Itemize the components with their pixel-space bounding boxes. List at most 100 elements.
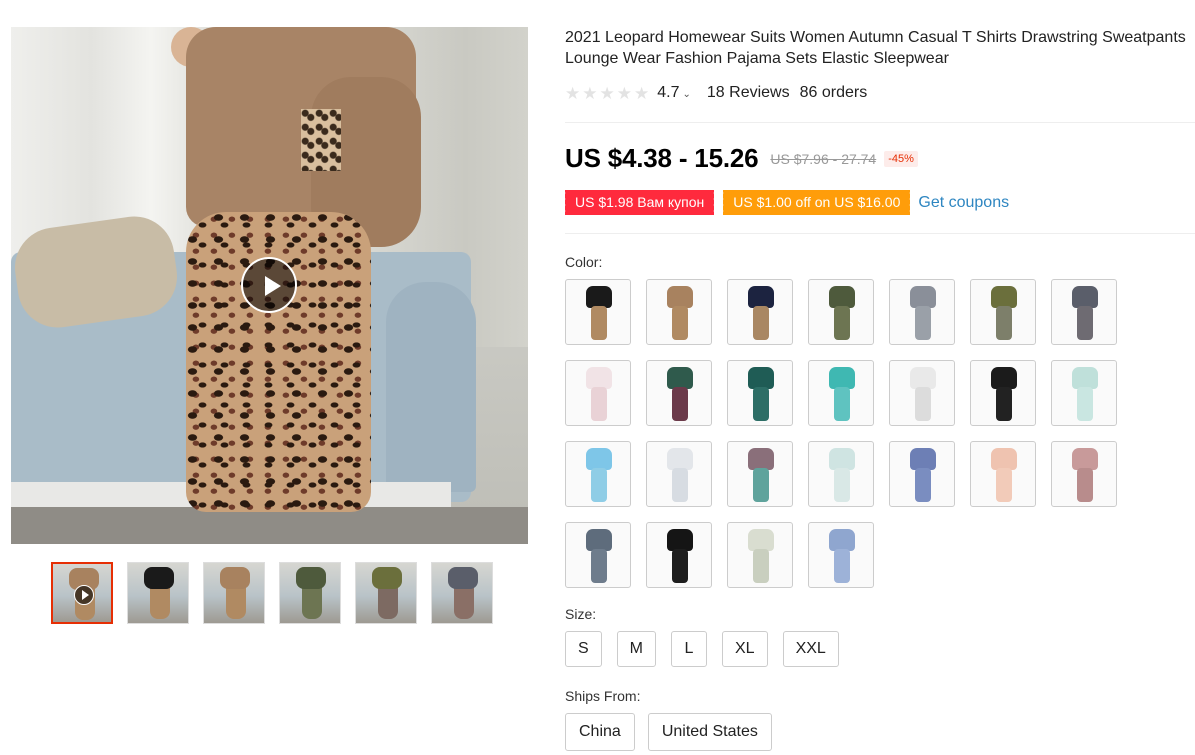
swatch-bottom-image — [672, 549, 688, 583]
get-coupons-link[interactable]: Get coupons — [918, 194, 1009, 212]
color-swatch[interactable] — [727, 360, 793, 426]
product-title: 2021 Leopard Homewear Suits Women Autumn… — [565, 29, 1186, 67]
thumbnail-figure-top — [372, 567, 402, 589]
play-icon — [74, 585, 94, 605]
swatch-bottom-image — [591, 468, 607, 502]
star-icon: ★ — [616, 83, 632, 103]
floor — [11, 507, 528, 544]
swatch-bottom-image — [591, 387, 607, 421]
swatch-top-image — [829, 286, 855, 308]
reviews-link[interactable]: 18 Reviews — [707, 84, 790, 102]
color-swatch[interactable] — [565, 441, 631, 507]
star-icon: ★ — [582, 83, 598, 103]
size-option-xxl[interactable]: XXL — [782, 631, 839, 667]
color-options — [565, 279, 1125, 588]
thumbnail-image[interactable] — [203, 562, 265, 624]
color-swatch[interactable] — [970, 441, 1036, 507]
color-swatch[interactable] — [1051, 279, 1117, 345]
size-option-m[interactable]: M — [616, 631, 656, 667]
video-play-icon[interactable] — [241, 257, 297, 313]
color-swatch[interactable] — [808, 360, 874, 426]
thumbnail-figure-top — [144, 567, 174, 589]
swatch-bottom-image — [996, 468, 1012, 502]
swatch-top-image — [586, 367, 612, 389]
swatch-top-image — [748, 367, 774, 389]
thumbnail-image[interactable] — [431, 562, 493, 624]
color-swatch[interactable] — [889, 279, 955, 345]
chevron-down-icon: ⌄ — [682, 89, 691, 100]
color-swatch[interactable] — [889, 360, 955, 426]
swatch-top-image — [991, 367, 1017, 389]
swatch-bottom-image — [915, 306, 931, 340]
star-icon: ★ — [599, 83, 615, 103]
color-swatch[interactable] — [727, 441, 793, 507]
swatch-bottom-image — [996, 387, 1012, 421]
color-swatch[interactable] — [970, 279, 1036, 345]
ships-from-option[interactable]: China — [565, 713, 635, 751]
color-label: Color: — [565, 254, 603, 270]
size-option-xl[interactable]: XL — [722, 631, 768, 667]
rating-value: 4.7 — [657, 84, 680, 101]
thumbnail-image[interactable] — [279, 562, 341, 624]
color-swatch[interactable] — [1051, 441, 1117, 507]
coupon-button[interactable]: US $1.98 Вам купон — [562, 190, 717, 215]
swatch-bottom-image — [834, 468, 850, 502]
color-swatch[interactable] — [808, 522, 874, 588]
thumbnail-image[interactable] — [51, 562, 113, 624]
thumbnail-figure-top — [448, 567, 478, 589]
swatch-top-image — [667, 286, 693, 308]
discount-badge: -45% — [884, 150, 918, 167]
color-swatch[interactable] — [565, 522, 631, 588]
orders-count: 86 orders — [799, 84, 868, 101]
swatch-bottom-image — [672, 306, 688, 340]
store-coupon-button[interactable]: US $1.00 off on US $16.00 — [721, 190, 913, 215]
swatch-top-image — [748, 286, 774, 308]
original-price: US $7.96 - 27.74 — [770, 150, 877, 167]
thumbnail-image[interactable] — [355, 562, 417, 624]
color-swatch[interactable] — [727, 279, 793, 345]
main-product-image[interactable] — [11, 27, 528, 544]
swatch-top-image — [1072, 286, 1098, 308]
swatch-top-image — [748, 529, 774, 551]
swatch-bottom-image — [834, 387, 850, 421]
ships-from-option[interactable]: United States — [647, 713, 772, 751]
swatch-bottom-image — [753, 306, 769, 340]
color-swatch[interactable] — [727, 522, 793, 588]
swatch-bottom-image — [834, 549, 850, 583]
size-option-l[interactable]: L — [671, 631, 707, 667]
color-swatch[interactable] — [1051, 360, 1117, 426]
color-swatch[interactable] — [808, 441, 874, 507]
divider — [565, 233, 1195, 234]
color-swatch[interactable] — [646, 279, 712, 345]
swatch-bottom-image — [1077, 306, 1093, 340]
swatch-top-image — [910, 286, 936, 308]
swatch-bottom-image — [591, 306, 607, 340]
swatch-bottom-image — [591, 549, 607, 583]
thumbnail-figure-top — [296, 567, 326, 589]
swatch-top-image — [829, 529, 855, 551]
swatch-bottom-image — [672, 387, 688, 421]
color-swatch[interactable] — [808, 279, 874, 345]
thumbnail-image[interactable] — [127, 562, 189, 624]
rating-value-dropdown[interactable]: 4.7 ⌄ — [657, 84, 691, 102]
rating-stars: ★ ★ ★ ★ ★ — [565, 85, 649, 102]
thumbnail-figure-top — [220, 567, 250, 589]
thumbnail-strip — [51, 562, 493, 624]
color-swatch[interactable] — [646, 360, 712, 426]
swatch-bottom-image — [1077, 387, 1093, 421]
swatch-top-image — [829, 367, 855, 389]
ships-from-options: China United States — [565, 713, 772, 751]
size-option-s[interactable]: S — [565, 631, 602, 667]
color-swatch[interactable] — [889, 441, 955, 507]
size-label: Size: — [565, 606, 597, 622]
color-swatch[interactable] — [646, 441, 712, 507]
swatch-top-image — [586, 529, 612, 551]
swatch-top-image — [586, 448, 612, 470]
sofa-arm — [386, 282, 476, 492]
swatch-top-image — [667, 367, 693, 389]
color-swatch[interactable] — [970, 360, 1036, 426]
color-swatch[interactable] — [565, 279, 631, 345]
color-swatch[interactable] — [646, 522, 712, 588]
price-row: US $4.38 - 15.26 US $7.96 - 27.74 -45% — [565, 143, 918, 174]
color-swatch[interactable] — [565, 360, 631, 426]
